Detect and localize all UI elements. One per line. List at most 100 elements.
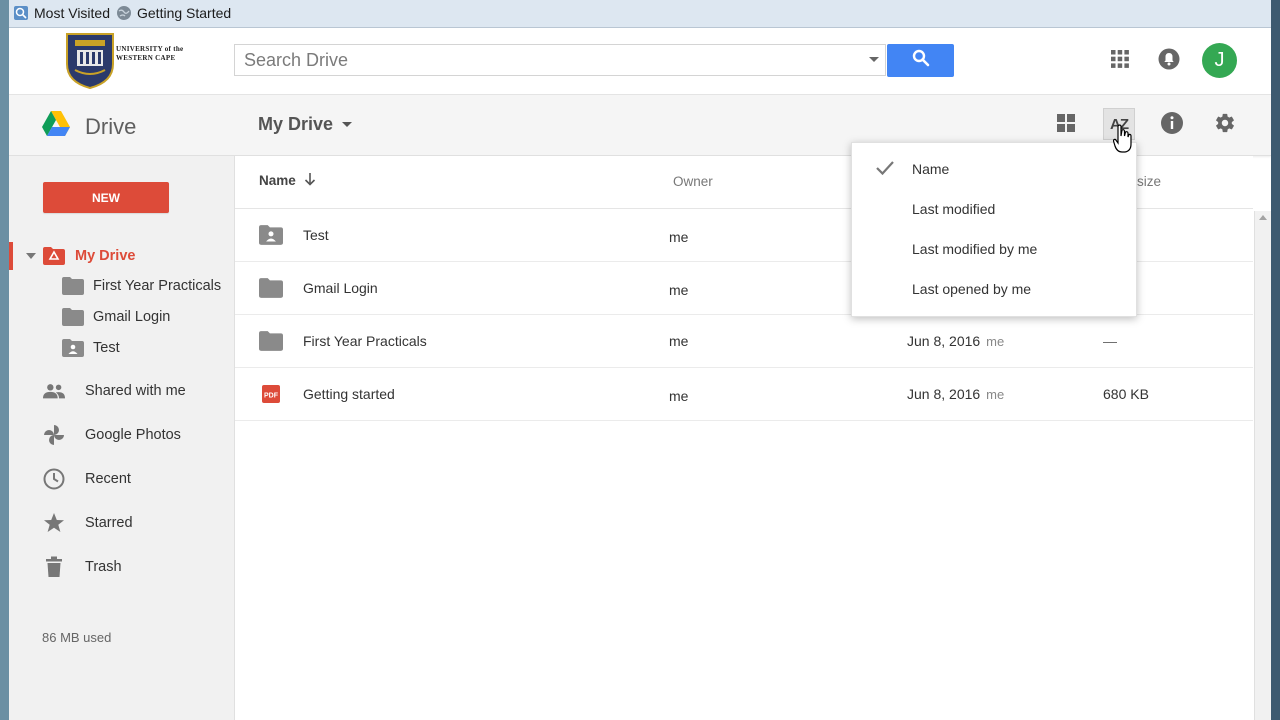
bookmark-most-visited[interactable]: Most Visited: [13, 5, 110, 21]
info-icon: [1160, 111, 1184, 140]
bookmark-getting-started[interactable]: Getting Started: [116, 5, 231, 21]
sort-option-last-modified-by-me[interactable]: Last modified by me: [852, 229, 1136, 269]
sort-option-last-modified[interactable]: Last modified: [852, 189, 1136, 229]
table-row[interactable]: PDF Getting started me Jun 8, 2016 me 680…: [235, 368, 1253, 421]
apps-grid-icon: [1110, 49, 1130, 74]
file-name: Gmail Login: [303, 280, 378, 296]
file-owner: me: [669, 282, 689, 298]
university-logo[interactable]: [61, 30, 119, 90]
search-options-chevron-icon[interactable]: [869, 57, 879, 62]
location-dropdown[interactable]: My Drive: [258, 114, 353, 135]
sidebar-item-label: Test: [93, 340, 120, 356]
hand-pointer-icon: [1112, 124, 1133, 154]
sidebar-item-starred[interactable]: Starred: [9, 509, 234, 537]
grid-view-icon: [1056, 113, 1076, 138]
arrow-down-icon: [304, 172, 316, 189]
file-size: —: [1103, 333, 1117, 349]
browser-window: Most Visited Getting Started UNIVERSITY: [9, 0, 1271, 720]
bookmarks-bar: Most Visited Getting Started: [9, 0, 1271, 28]
storage-used: 86 MB used: [42, 630, 112, 645]
column-header-owner[interactable]: Owner: [673, 174, 713, 189]
column-header-size[interactable]: size: [1137, 174, 1161, 189]
file-name: Test: [303, 227, 329, 243]
grid-view-button[interactable]: [1053, 112, 1079, 138]
file-owner: me: [669, 229, 689, 245]
file-name: First Year Practicals: [303, 333, 427, 349]
sort-option-label: Last opened by me: [912, 281, 1032, 297]
people-icon: [43, 380, 65, 402]
location-label: My Drive: [258, 114, 334, 134]
modified-by: me: [986, 387, 1005, 402]
bell-icon: [1158, 48, 1180, 75]
search-icon: [912, 49, 930, 72]
file-size: 680 KB: [1103, 386, 1149, 402]
search-box[interactable]: [234, 44, 886, 76]
sidebar-item-test[interactable]: Test: [9, 334, 234, 362]
sidebar-item-google-photos[interactable]: Google Photos: [9, 421, 234, 449]
new-button-label: NEW: [92, 190, 120, 205]
apps-grid-button[interactable]: [1108, 49, 1132, 73]
sidebar-item-gmail-login[interactable]: Gmail Login: [9, 303, 234, 331]
sidebar-item-shared-with-me[interactable]: Shared with me: [9, 377, 234, 405]
expand-triangle-icon[interactable]: [26, 253, 36, 259]
file-owner: me: [669, 333, 689, 349]
checkmark-icon: [874, 157, 896, 179]
avatar-letter: J: [1214, 49, 1225, 71]
modified-date: Jun 8, 2016: [907, 386, 981, 402]
google-drive-logo-icon: [42, 111, 70, 142]
search-button[interactable]: [887, 44, 954, 77]
scroll-up-arrow-icon[interactable]: [1259, 215, 1267, 220]
window-edge: [1271, 0, 1280, 720]
drive-brand-label: Drive: [85, 113, 137, 139]
table-row[interactable]: First Year Practicals me Jun 8, 2016 me —: [235, 315, 1253, 368]
chevron-down-icon: [342, 122, 353, 127]
modified-by: me: [986, 334, 1005, 349]
column-label: Name: [259, 173, 296, 188]
photos-pinwheel-icon: [43, 424, 65, 446]
avatar[interactable]: J: [1202, 43, 1237, 78]
sort-menu: Name Last modified Last modified by me L…: [851, 142, 1137, 317]
clock-icon: [43, 468, 65, 490]
search-input[interactable]: [235, 45, 844, 75]
sidebar-item-label: Gmail Login: [93, 309, 171, 325]
sidebar-item-my-drive[interactable]: My Drive: [9, 242, 234, 270]
star-icon: [43, 512, 65, 534]
gear-icon: [1214, 112, 1236, 139]
settings-button[interactable]: [1212, 112, 1238, 138]
shared-folder-icon: [62, 337, 84, 359]
globe-icon: [116, 5, 132, 21]
file-last-modified: Jun 8, 2016 me: [907, 386, 1004, 402]
drive-brand[interactable]: Drive: [42, 111, 136, 142]
sort-option-last-opened-by-me[interactable]: Last opened by me: [852, 269, 1136, 309]
notifications-button[interactable]: [1157, 48, 1181, 75]
folder-icon: [259, 329, 283, 353]
sidebar-item-label: My Drive: [75, 248, 136, 264]
shared-folder-icon: [259, 223, 283, 247]
scrollbar[interactable]: [1254, 211, 1271, 720]
sort-option-label: Last modified: [912, 201, 996, 217]
university-name: UNIVERSITY of the WESTERN CAPE: [116, 45, 184, 62]
details-button[interactable]: [1159, 111, 1185, 140]
sort-option-label: Last modified by me: [912, 241, 1038, 257]
sidebar-item-label: Trash: [85, 559, 122, 575]
folder-icon: [259, 276, 283, 300]
sidebar-item-trash[interactable]: Trash: [9, 553, 234, 581]
sidebar-item-label: Shared with me: [85, 383, 186, 399]
file-name: Getting started: [303, 386, 395, 402]
trash-icon: [43, 556, 65, 578]
bookmark-label: Getting Started: [137, 5, 232, 21]
top-bar: UNIVERSITY of the WESTERN CAPE Search Dr…: [9, 28, 1271, 95]
modified-date: Jun 8, 2016: [907, 333, 981, 349]
sidebar-item-label: First Year Practicals: [93, 278, 222, 294]
folder-icon: [62, 275, 84, 297]
sort-option-label: Name: [912, 161, 950, 177]
sidebar-item-recent[interactable]: Recent: [9, 465, 234, 493]
column-header-name[interactable]: Name: [259, 172, 316, 189]
sidebar-item-label: Starred: [85, 515, 133, 531]
sidebar: NEW My Drive First Year Practicals Gmail…: [9, 156, 235, 720]
sort-option-name[interactable]: Name: [852, 149, 1136, 189]
bookmark-label: Most Visited: [34, 5, 110, 21]
new-button[interactable]: NEW: [43, 182, 169, 213]
sidebar-item-first-year-practicals[interactable]: First Year Practicals: [9, 272, 234, 300]
sidebar-item-label: Recent: [85, 471, 131, 487]
